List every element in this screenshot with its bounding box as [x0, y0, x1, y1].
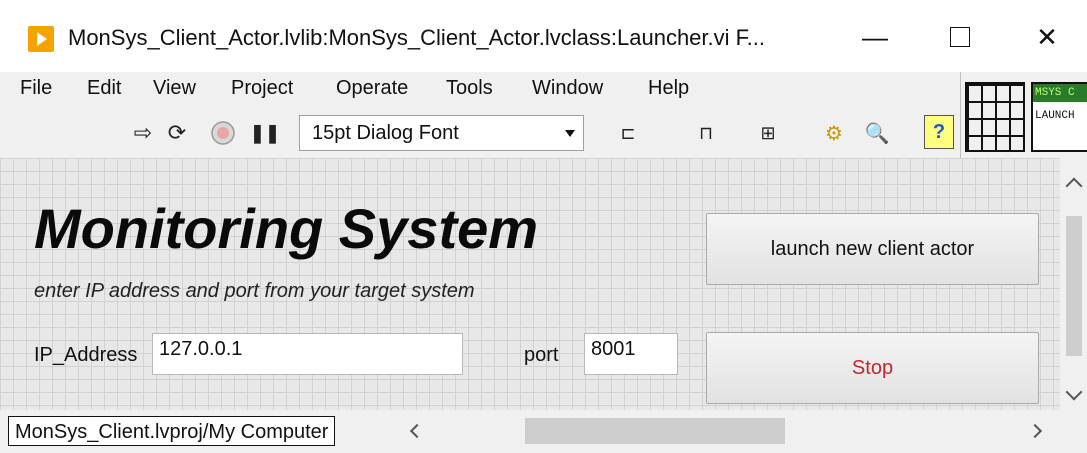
page-title: Monitoring System — [34, 197, 539, 260]
menu-edit[interactable]: Edit — [87, 77, 121, 100]
maximize-button[interactable] — [930, 14, 990, 60]
port-field[interactable]: 8001 — [584, 333, 678, 375]
menu-help[interactable]: Help — [648, 77, 689, 100]
chevron-down-icon — [565, 130, 575, 137]
labview-app-icon — [28, 26, 54, 52]
scroll-right-icon[interactable] — [1027, 423, 1043, 439]
search-icon[interactable]: 🔍 — [852, 118, 902, 148]
vertical-scroll-thumb[interactable] — [1066, 216, 1082, 356]
connector-pane-icon[interactable] — [965, 82, 1025, 152]
menu-operate[interactable]: Operate — [336, 77, 408, 100]
font-select[interactable]: 15pt Dialog Font — [299, 115, 584, 151]
front-panel: Monitoring System enter IP address and p… — [0, 158, 1060, 410]
horizontal-scroll-thumb[interactable] — [525, 418, 785, 444]
abort-execution-icon[interactable] — [209, 118, 237, 148]
distribute-objects-icon[interactable]: ⊓ — [686, 118, 726, 148]
run-arrow-icon[interactable]: ⇨ — [130, 118, 156, 148]
status-bar: MonSys_Client.lvproj/My Computer — [0, 410, 1087, 453]
scroll-left-icon[interactable] — [409, 423, 425, 439]
scroll-down-icon[interactable] — [1065, 383, 1083, 401]
vertical-scrollbar[interactable] — [1060, 158, 1087, 410]
minimize-button[interactable]: — — [845, 14, 905, 60]
ip-address-field[interactable]: 127.0.0.1 — [152, 333, 463, 375]
window-title: MonSys_Client_Actor.lvlib:MonSys_Client_… — [68, 25, 765, 50]
pause-icon[interactable]: ❚❚ — [250, 118, 280, 148]
connector-pane-area: MSYS C LAUNCH — [960, 72, 1087, 158]
run-continuously-icon[interactable]: ⟳ — [163, 118, 191, 148]
reorder-icon[interactable]: ⚙ — [820, 118, 848, 148]
title-bar: MonSys_Client_Actor.lvlib:MonSys_Client_… — [0, 0, 1087, 72]
port-label: port — [524, 344, 559, 366]
menu-file[interactable]: File — [20, 77, 52, 100]
menu-bar: File Edit View Project Operate Tools Win… — [0, 72, 960, 108]
vi-icon-label: LAUNCH — [1035, 110, 1075, 122]
close-button[interactable]: ✕ — [1017, 14, 1077, 60]
instruction-text: enter IP address and port from your targ… — [34, 280, 475, 302]
menu-tools[interactable]: Tools — [446, 77, 493, 100]
maximize-icon — [950, 27, 970, 47]
vi-icon[interactable]: MSYS C LAUNCH — [1031, 82, 1087, 152]
menu-view[interactable]: View — [153, 77, 196, 100]
resize-objects-icon[interactable]: ⊞ — [748, 118, 788, 148]
menu-window[interactable]: Window — [532, 77, 603, 100]
launch-client-actor-button[interactable]: launch new client actor — [706, 213, 1039, 285]
vi-icon-banner: MSYS C — [1033, 84, 1087, 102]
context-help-button[interactable]: ? — [924, 115, 954, 149]
scroll-up-icon[interactable] — [1065, 177, 1083, 195]
stop-button[interactable]: Stop — [706, 332, 1039, 404]
ip-address-label: IP_Address — [34, 344, 138, 366]
menu-project[interactable]: Project — [231, 77, 293, 100]
align-objects-icon[interactable]: ⊏ — [608, 118, 648, 148]
application-context: MonSys_Client.lvproj/My Computer — [8, 416, 336, 446]
font-select-value: 15pt Dialog Font — [312, 122, 459, 144]
